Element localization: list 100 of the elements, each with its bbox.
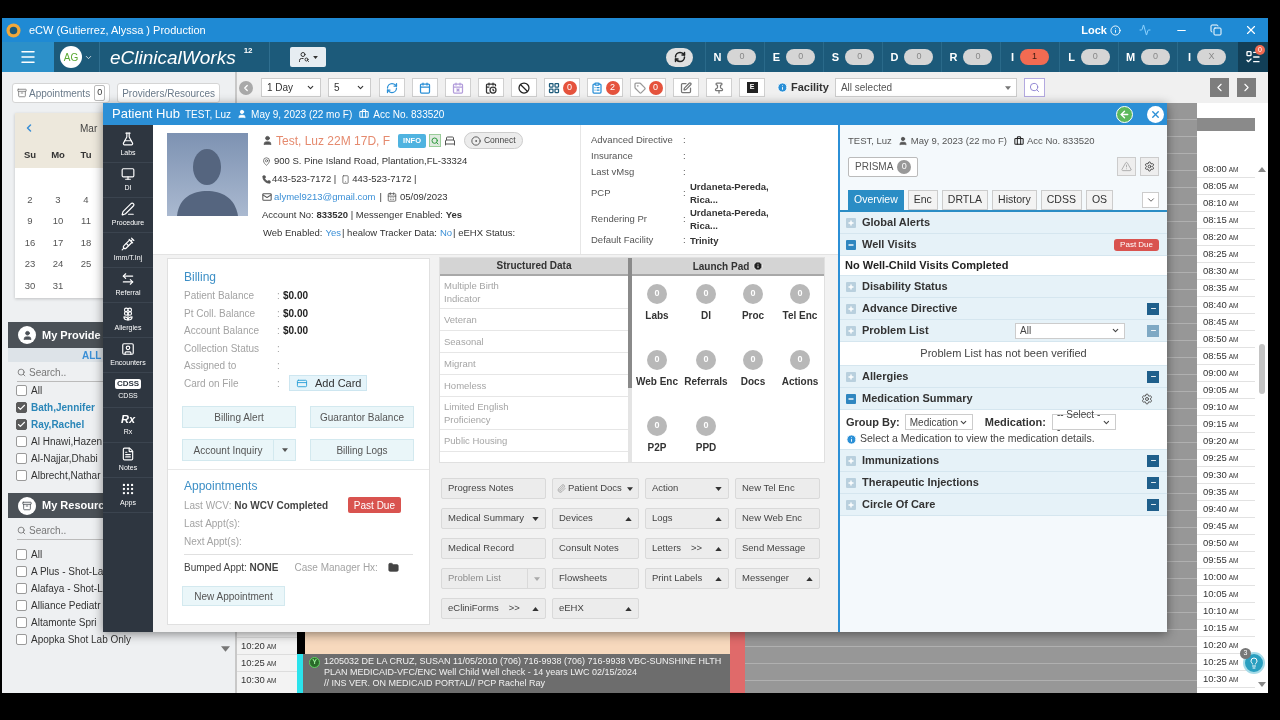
plus-square-icon[interactable] — [846, 455, 856, 466]
calendar-day[interactable]: 31 — [44, 278, 72, 293]
menu-button[interactable]: Logs — [645, 508, 729, 529]
previous-button[interactable] — [1210, 78, 1229, 97]
scroll-thumb[interactable] — [628, 258, 632, 388]
list-item-label[interactable]: Alafaya - Shot-L — [31, 581, 103, 596]
checkbox[interactable] — [16, 453, 27, 464]
menu-button[interactable]: Devices — [552, 508, 639, 529]
search-field[interactable]: Search.. — [29, 364, 101, 381]
calendar-day[interactable]: 11 — [72, 214, 100, 229]
counter-pill[interactable]: 1 — [1020, 49, 1050, 65]
tab[interactable]: OS — [1085, 190, 1114, 210]
billing-button[interactable]: Billing Alert — [182, 406, 296, 428]
group-by-select[interactable]: Medication — [904, 414, 973, 430]
new-appointment-button[interactable]: New Appointment — [182, 586, 285, 606]
settings-button[interactable] — [1140, 157, 1159, 176]
add-card-button[interactable]: Add Card — [289, 375, 368, 392]
calendar-day[interactable]: 17 — [44, 235, 72, 250]
back-button[interactable] — [1116, 105, 1133, 123]
menu-button[interactable]: Action — [645, 478, 729, 499]
restore-icon[interactable] — [1210, 24, 1222, 36]
toolbar-button[interactable]: 2 — [587, 78, 623, 97]
list-item-label[interactable]: All — [31, 547, 43, 562]
menu-button[interactable]: eCliniForms >> — [441, 598, 546, 619]
list-item-label[interactable]: Altamonte Spri — [31, 615, 97, 630]
close-button[interactable] — [1147, 105, 1164, 123]
command-button[interactable]: New Tel Enc — [735, 478, 820, 499]
menu-button[interactable] — [2, 42, 54, 72]
warning-button[interactable] — [1117, 157, 1136, 176]
billing-button[interactable]: Guarantor Balance — [310, 406, 414, 428]
calendar-day[interactable]: 10 — [44, 214, 72, 229]
tab[interactable]: DRTLA — [941, 190, 989, 210]
launch-pad-item[interactable]: 0 DI — [682, 284, 730, 324]
list-item-label[interactable]: Alliance Pediatr — [31, 598, 101, 613]
checkbox[interactable] — [16, 549, 27, 560]
launch-pad-item[interactable]: 0 Actions — [776, 350, 824, 390]
launch-pad-item[interactable]: 0 Web Enc — [632, 350, 682, 390]
calendar-day[interactable]: 24 — [44, 257, 72, 272]
launch-pad-item[interactable]: 0 Proc — [730, 284, 776, 324]
minimize-button[interactable] — [1147, 476, 1159, 489]
panel-button[interactable]: Providers/Resources — [117, 83, 220, 103]
list-item-label[interactable]: Ray,Rachel — [31, 417, 85, 432]
count-select[interactable]: 5 — [328, 78, 371, 97]
plus-square-icon[interactable] — [846, 371, 856, 382]
calendar-day[interactable]: 18 — [72, 235, 100, 250]
command-button[interactable]: Send Message — [735, 538, 820, 559]
calendar-day[interactable]: 25 — [72, 257, 100, 272]
calendar-day[interactable]: 30 — [16, 278, 44, 293]
calendar-day[interactable]: 9 — [16, 214, 44, 229]
close-icon[interactable] — [1244, 23, 1258, 37]
minimize-button[interactable] — [1147, 454, 1159, 467]
command-button[interactable]: Progress Notes — [441, 478, 546, 499]
command-button[interactable]: Flowsheets — [552, 568, 639, 589]
checkbox[interactable] — [16, 470, 27, 481]
folder-icon[interactable] — [387, 561, 399, 573]
patient-search-button[interactable] — [289, 47, 326, 67]
toolbar-button[interactable] — [478, 78, 504, 97]
menu-button[interactable]: eEHX — [552, 598, 639, 619]
list-item-label[interactable]: Al-Najjar,Dhabi — [31, 451, 98, 466]
minimize-button[interactable] — [1147, 498, 1159, 511]
calendar-day[interactable]: 2 — [16, 192, 44, 207]
search-field[interactable]: Search.. — [29, 522, 101, 539]
plus-square-icon[interactable] — [846, 325, 856, 336]
menu-button[interactable]: Print Labels — [645, 568, 729, 589]
launch-pad-item[interactable]: 0 Docs — [730, 350, 776, 390]
facility-select[interactable]: All selected — [834, 78, 1017, 97]
checkbox[interactable] — [16, 566, 27, 577]
minus-square-icon[interactable] — [846, 239, 856, 250]
launch-pad-item[interactable]: 0 Referrals — [682, 350, 730, 390]
dropdown-button[interactable]: Account Inquiry — [182, 439, 296, 461]
settings-icon[interactable] — [1141, 392, 1153, 405]
tab[interactable]: CDSS — [1040, 190, 1082, 210]
list-item-label[interactable]: Albrecht,Nathar — [31, 468, 101, 483]
list-item-label[interactable]: Apopka Shot Lab Only — [31, 632, 132, 647]
billing-button[interactable]: Billing Logs — [310, 439, 414, 461]
search-button[interactable] — [1023, 78, 1045, 97]
command-button[interactable]: New Web Enc — [735, 508, 820, 529]
launch-pad-item[interactable]: 0 PPD — [682, 416, 730, 456]
list-item-label[interactable]: All — [31, 383, 43, 398]
checkbox[interactable] — [16, 436, 27, 447]
command-button[interactable]: Medical Record — [441, 538, 546, 559]
command-button[interactable]: Consult Notes — [552, 538, 639, 559]
tab[interactable]: History — [992, 190, 1037, 210]
checkbox[interactable] — [16, 385, 27, 396]
menu-button[interactable]: Patient Docs — [552, 478, 639, 499]
search-icon[interactable] — [428, 134, 441, 147]
prisma-button[interactable]: PRISMA 0 — [848, 156, 919, 177]
next-button[interactable] — [1237, 78, 1256, 97]
calendar-day[interactable]: 23 — [16, 257, 44, 272]
panel-button[interactable]: Appointments 0 — [12, 83, 111, 103]
month-select[interactable]: Mar — [80, 120, 98, 136]
checkbox[interactable] — [16, 583, 27, 594]
refresh-button[interactable] — [666, 47, 693, 67]
tab[interactable]: Enc — [907, 190, 938, 210]
checkbox[interactable] — [16, 600, 27, 611]
checkbox[interactable] — [16, 402, 27, 413]
list-item-label[interactable]: Al Hnawi,Hazen — [31, 434, 103, 449]
calendar-day[interactable]: 4 — [72, 192, 100, 207]
plus-square-icon[interactable] — [846, 217, 856, 228]
bed-icon[interactable] — [443, 134, 456, 147]
